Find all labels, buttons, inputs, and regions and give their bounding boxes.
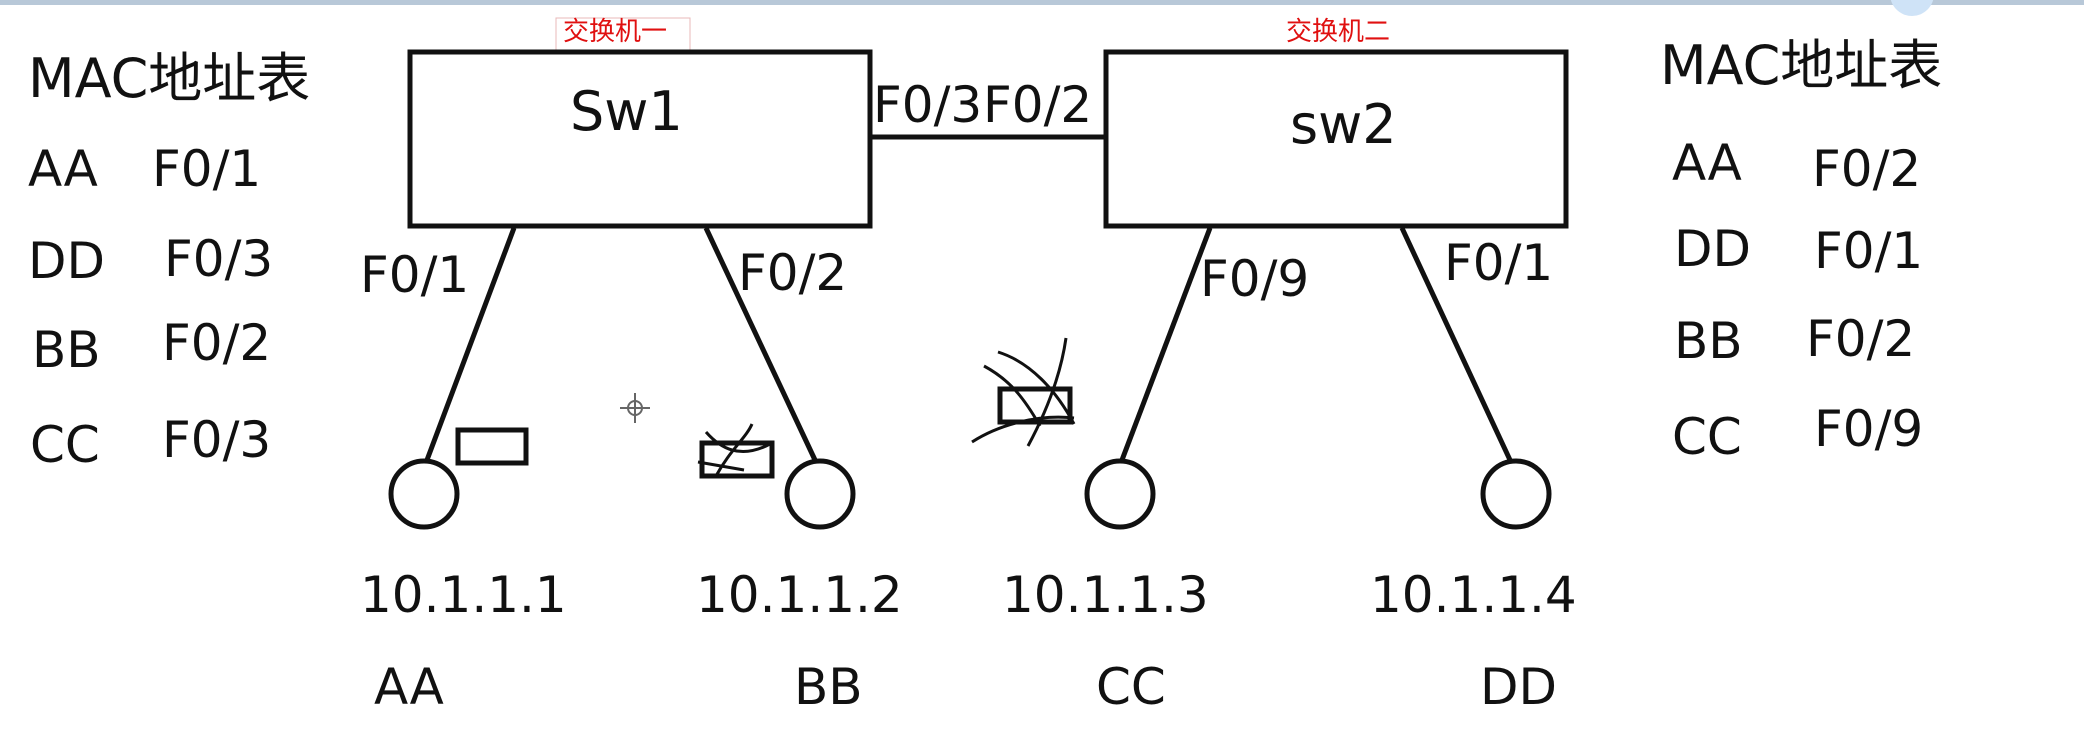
mac-table-left-mac-3: BB xyxy=(32,321,101,379)
top-border xyxy=(0,0,2084,5)
mac-table-right-port-3: F0/2 xyxy=(1806,310,1915,368)
mac-table-right-title: MAC地址表 xyxy=(1660,34,1942,97)
mac-table-left-title: MAC地址表 xyxy=(28,47,310,110)
mac-table-right: MAC地址表 AA F0/2 DD F0/1 BB F0/2 CC F0/9 xyxy=(1660,34,1942,466)
mac-table-left-port-3: F0/2 xyxy=(162,314,271,372)
mac-table-left: MAC地址表 AA F0/1 DD F0/3 BB F0/2 CC F0/3 xyxy=(28,47,310,474)
host-2-ip: 10.1.1.2 xyxy=(696,566,903,624)
scribble-mark xyxy=(697,423,771,477)
mac-table-right-mac-2: DD xyxy=(1674,220,1751,278)
mac-table-left-mac-1: AA xyxy=(28,140,98,198)
host-4-mac: DD xyxy=(1480,658,1557,716)
switch-2-uplink-port: F0/2 xyxy=(983,76,1092,134)
mac-table-left-mac-2: DD xyxy=(28,232,105,290)
frame-box xyxy=(455,427,529,466)
host-2-node xyxy=(784,458,856,530)
mac-table-right-port-2: F0/1 xyxy=(1814,222,1923,280)
host-1-node xyxy=(388,458,460,530)
corner-avatar xyxy=(1890,0,1934,16)
link-host-3 xyxy=(1119,227,1213,461)
host-3-node xyxy=(1084,458,1156,530)
host-3-ip: 10.1.1.3 xyxy=(1002,566,1209,624)
switch-1-port-left: F0/1 xyxy=(360,246,469,304)
discarded-frame-2 xyxy=(971,337,1076,447)
switch-2-port-left: F0/9 xyxy=(1200,250,1309,308)
scribble-mark xyxy=(971,337,1076,447)
crosshair-cursor-icon xyxy=(620,393,650,423)
discarded-frame-1 xyxy=(697,423,775,479)
switch-1-port-right: F0/2 xyxy=(738,244,847,302)
mac-table-right-port-1: F0/2 xyxy=(1812,140,1921,198)
switch-2-port-right: F0/1 xyxy=(1444,234,1553,292)
host-1-ip: 10.1.1.1 xyxy=(360,566,567,624)
mac-table-left-mac-4: CC xyxy=(30,416,100,474)
host-4-ip: 10.1.1.4 xyxy=(1370,566,1577,624)
switch-2-caption: 交换机二 xyxy=(1286,17,1390,47)
switch-1-name: Sw1 xyxy=(570,80,683,143)
mac-table-right-mac-4: CC xyxy=(1672,408,1742,466)
network-diagram: MAC地址表 AA F0/1 DD F0/3 BB F0/2 CC F0/3 交… xyxy=(0,0,2084,716)
mac-table-right-mac-3: BB xyxy=(1674,312,1743,370)
host-1-mac: AA xyxy=(374,658,444,716)
mac-table-right-port-4: F0/9 xyxy=(1814,400,1923,458)
switch-1: 交换机一 Sw1 xyxy=(407,17,873,229)
mac-table-right-mac-1: AA xyxy=(1672,134,1742,192)
host-4-node xyxy=(1480,458,1552,530)
mac-table-left-port-4: F0/3 xyxy=(162,411,271,469)
mac-table-left-port-1: F0/1 xyxy=(152,140,261,198)
switch-1-caption: 交换机一 xyxy=(563,17,667,47)
mac-table-left-port-2: F0/3 xyxy=(164,230,273,288)
switch-2-name: sw2 xyxy=(1290,93,1397,156)
host-3-mac: CC xyxy=(1096,658,1166,716)
switch-1-uplink-port: F0/3 xyxy=(873,76,982,134)
switch-2: 交换机二 sw2 xyxy=(1103,17,1569,229)
host-2-mac: BB xyxy=(794,658,863,716)
